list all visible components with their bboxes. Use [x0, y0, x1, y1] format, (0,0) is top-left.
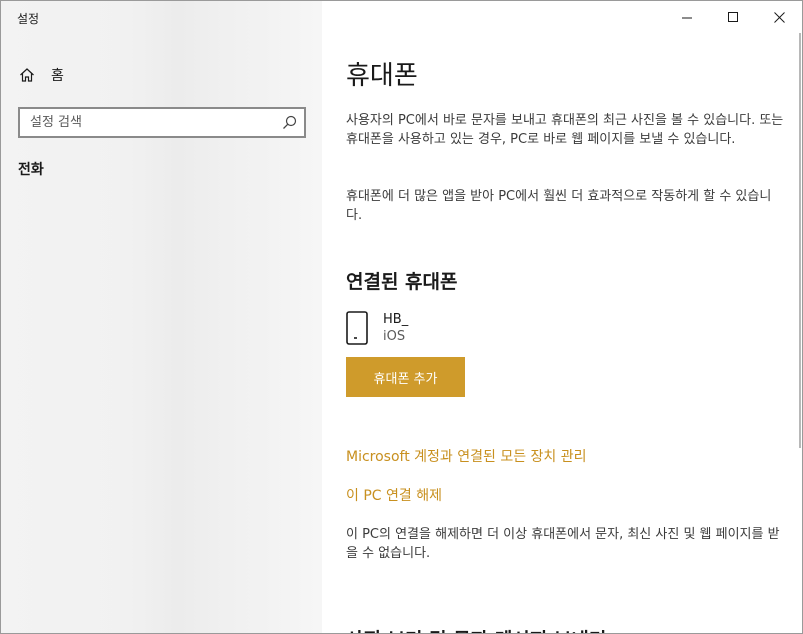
maximize-button[interactable] — [710, 1, 756, 33]
photos-messages-heading: 사진 보기 및 문자 메시지 보내기 — [346, 625, 606, 633]
manage-devices-link[interactable]: Microsoft 계정과 연결된 모든 장치 관리 — [346, 446, 587, 466]
scrollbar[interactable] — [799, 33, 801, 448]
device-os: iOS — [383, 329, 406, 344]
page-title: 휴대폰 — [346, 61, 418, 91]
sidebar: 설정 홈 전화 — [1, 1, 322, 633]
connected-device[interactable]: HB_ iOS — [346, 311, 408, 345]
add-phone-button[interactable]: 휴대폰 추가 — [346, 357, 465, 397]
more-apps-text: 휴대폰에 더 많은 앱을 받아 PC에서 훨씬 더 효과적으로 작동하게 할 수… — [346, 189, 772, 223]
device-info: HB_ iOS — [383, 311, 408, 345]
phone-icon — [346, 311, 368, 345]
search-field[interactable] — [18, 107, 306, 138]
device-name: HB_ — [383, 312, 409, 327]
settings-window: 설정 홈 전화 — [0, 0, 803, 634]
sidebar-item-label: 홈 — [51, 68, 64, 84]
connected-phones-heading: 연결된 휴대폰 — [346, 271, 458, 293]
search-icon[interactable] — [282, 115, 297, 130]
titlebar-controls — [664, 1, 802, 33]
home-icon — [19, 67, 35, 83]
close-icon — [773, 11, 785, 23]
search-input[interactable] — [30, 115, 270, 130]
sidebar-section-phone: 전화 — [18, 162, 44, 178]
sidebar-item-home[interactable]: 홈 — [1, 61, 322, 89]
intro-text: 사용자의 PC에서 바로 문자를 보내고 휴대폰의 최근 사진을 볼 수 있습니… — [346, 113, 784, 147]
unlink-description: 이 PC의 연결을 해제하면 더 이상 휴대폰에서 문자, 최신 사진 및 웹 … — [346, 527, 780, 561]
app-title: 설정 — [17, 12, 40, 26]
maximize-icon — [727, 11, 738, 22]
minimize-icon — [681, 17, 692, 18]
close-button[interactable] — [756, 1, 802, 33]
unlink-pc-link[interactable]: 이 PC 연결 해제 — [346, 485, 442, 505]
minimize-button[interactable] — [664, 1, 710, 33]
